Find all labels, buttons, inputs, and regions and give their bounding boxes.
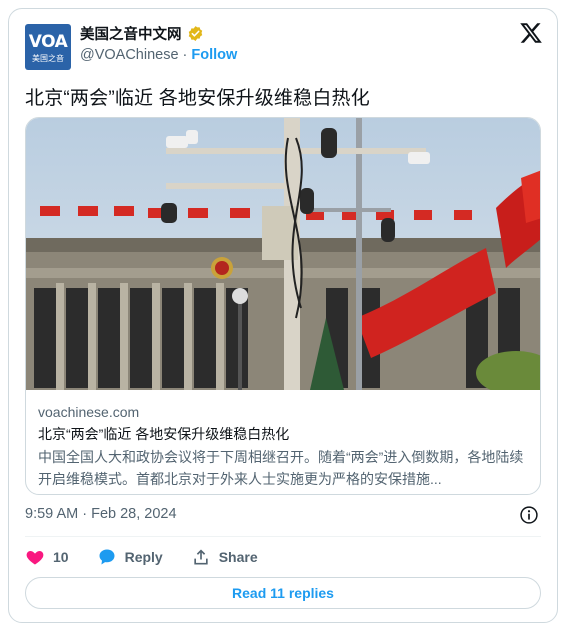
avatar-logo-text: VOA [28,32,68,52]
tweet-card: VOA 美国之音 美国之音中文网 @VOAChinese · Follow 北京… [8,8,558,623]
avatar-logo-subtext: 美国之音 [32,54,64,63]
avatar[interactable]: VOA 美国之音 [25,24,71,70]
author-display-name[interactable]: 美国之音中文网 [80,23,182,44]
reply-button[interactable]: Reply [97,547,163,567]
reply-label: Reply [124,549,163,565]
link-description: 中国全国人大和政协会议将于下周相继召开。随着“两会”进入倒数期，各地陆续开启维稳… [38,449,524,487]
x-logo-icon[interactable] [519,21,543,45]
action-bar: 10 Reply Share [25,545,286,569]
author-handle-row: @VOAChinese · Follow [80,47,237,63]
verified-badge-icon [188,26,202,41]
author-name-row: 美国之音中文网 [80,23,204,44]
share-button[interactable]: Share [191,547,258,567]
read-replies-button[interactable]: Read 11 replies [25,577,541,609]
share-label: Share [218,549,258,565]
info-icon[interactable] [519,505,539,525]
tweet-text: 北京“两会”临近 各地安保升级维稳白热化 [25,88,370,109]
link-preview-image [26,118,540,390]
handle-separator: · [182,47,188,63]
link-preview-card[interactable]: voachinese.com 北京“两会”临近 各地安保升级维稳白热化 中国全国… [25,117,541,495]
like-count: 10 [53,549,69,565]
share-icon [194,549,208,565]
follow-button[interactable]: Follow [191,47,237,63]
like-button[interactable]: 10 [25,547,69,567]
divider [25,536,541,537]
tweet-timestamp[interactable]: 9:59 AM · Feb 28, 2024 [25,506,177,522]
link-title: 北京“两会”临近 各地安保升级维稳白热化 [38,426,290,442]
heart-icon [26,551,44,565]
author-handle[interactable]: @VOAChinese [80,47,179,63]
chat-bubble-icon [99,549,115,565]
link-domain: voachinese.com [38,404,140,420]
